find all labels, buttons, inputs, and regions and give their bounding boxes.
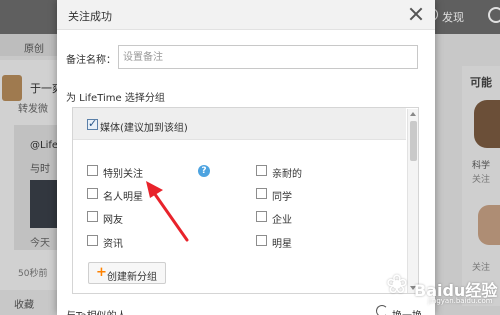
remark-label: 备注名称： — [66, 55, 116, 66]
follow-success-dialog: 关注成功 备注名称： 为 LifeTime 选择分组 媒体(建议加到该组) 特别… — [57, 0, 435, 315]
create-group-label: 创建新分组 — [107, 272, 157, 283]
group-label-special: 特别关注 — [103, 169, 143, 180]
group-label-classmate: 同学 — [272, 192, 292, 203]
group-label-star: 明星 — [272, 239, 292, 250]
checkbox-netfriend[interactable] — [87, 211, 98, 222]
remark-input[interactable] — [118, 45, 418, 69]
plus-icon: + — [96, 265, 107, 280]
checkbox-star[interactable] — [256, 235, 267, 246]
help-icon[interactable]: ? — [198, 165, 210, 177]
list-scrollbar[interactable] — [407, 109, 418, 293]
checkbox-celebrity[interactable] — [87, 188, 98, 199]
checkbox-classmate[interactable] — [256, 188, 267, 199]
group-label-dear: 亲耐的 — [272, 169, 302, 180]
dialog-title: 关注成功 — [68, 10, 112, 23]
dialog-header: 关注成功 — [57, 0, 435, 30]
group-label-news: 资讯 — [103, 239, 123, 250]
group-list: 媒体(建议加到该组) 特别关注 ? 名人明星 网友 资讯 亲耐的 同学 企业 明… — [72, 107, 419, 294]
checkbox-dear[interactable] — [256, 165, 267, 176]
scroll-up-icon[interactable] — [410, 112, 416, 116]
close-icon[interactable] — [408, 6, 424, 22]
group-label-netfriend: 网友 — [103, 215, 123, 226]
create-group-button[interactable]: + 创建新分组 — [88, 262, 166, 284]
scroll-down-icon[interactable] — [410, 286, 416, 290]
refresh-icon[interactable] — [376, 305, 388, 315]
suggested-group-row: 媒体(建议加到该组) — [73, 108, 406, 140]
group-heading: 为 LifeTime 选择分组 — [66, 93, 165, 104]
scroll-thumb[interactable] — [410, 121, 417, 161]
checkbox-company[interactable] — [256, 211, 267, 222]
checkbox-media[interactable] — [87, 117, 98, 131]
refresh-link[interactable]: 换一换 — [392, 307, 422, 315]
checkbox-special[interactable] — [87, 165, 98, 176]
group-label-celebrity: 名人明星 — [103, 192, 143, 203]
checkbox-news[interactable] — [87, 235, 98, 246]
group-label-media: 媒体(建议加到该组) — [100, 123, 188, 134]
group-label-company: 企业 — [272, 215, 292, 226]
similar-users-heading: 与Ta相似的人 — [66, 307, 127, 315]
